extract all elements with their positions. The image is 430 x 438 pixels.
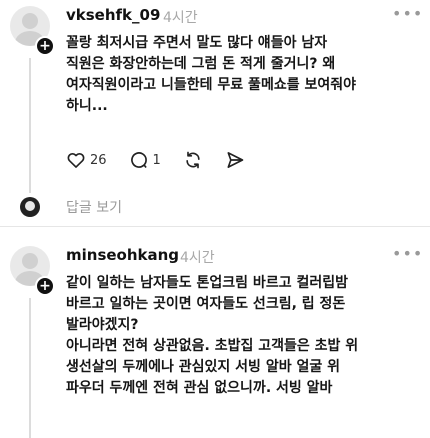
thread-line bbox=[29, 298, 31, 438]
comment-count: 1 bbox=[152, 152, 161, 168]
username[interactable]: minseohkang bbox=[66, 246, 179, 264]
like-count: 26 bbox=[90, 152, 107, 168]
more-dots-icon[interactable]: ••• bbox=[392, 4, 423, 23]
repost-icon bbox=[186, 151, 200, 169]
post-time: 4시간 bbox=[163, 10, 198, 26]
like-button[interactable]: 26 bbox=[66, 150, 107, 170]
repost-button[interactable] bbox=[183, 150, 203, 170]
divider bbox=[0, 226, 430, 227]
post-time: 4시간 bbox=[180, 250, 215, 266]
comment-icon bbox=[130, 152, 147, 169]
post-text: 꼴랑 최저시급 주면서 말도 많다 얘들아 남자 직원은 화장안하는데 그럼 돈… bbox=[66, 35, 356, 114]
post-text: 같이 일하는 남자들도 톤업크림 바르고 컬러립밤 바르고 일하는 곳이면 여자… bbox=[66, 275, 359, 396]
plus-icon[interactable]: + bbox=[35, 276, 55, 296]
plus-icon[interactable]: + bbox=[35, 36, 55, 56]
heart-icon bbox=[67, 152, 85, 168]
view-replies-link[interactable]: 답글 보기 bbox=[66, 197, 122, 217]
username[interactable]: vksehfk_09 bbox=[66, 6, 160, 24]
comment-button[interactable]: 1 bbox=[129, 150, 161, 170]
more-dots-icon[interactable]: ••• bbox=[392, 244, 423, 263]
post-actions: 26 1 bbox=[66, 150, 267, 170]
thread-line bbox=[29, 58, 31, 193]
reply-avatar[interactable] bbox=[20, 197, 40, 217]
share-button[interactable] bbox=[225, 150, 245, 170]
send-icon bbox=[227, 152, 244, 168]
